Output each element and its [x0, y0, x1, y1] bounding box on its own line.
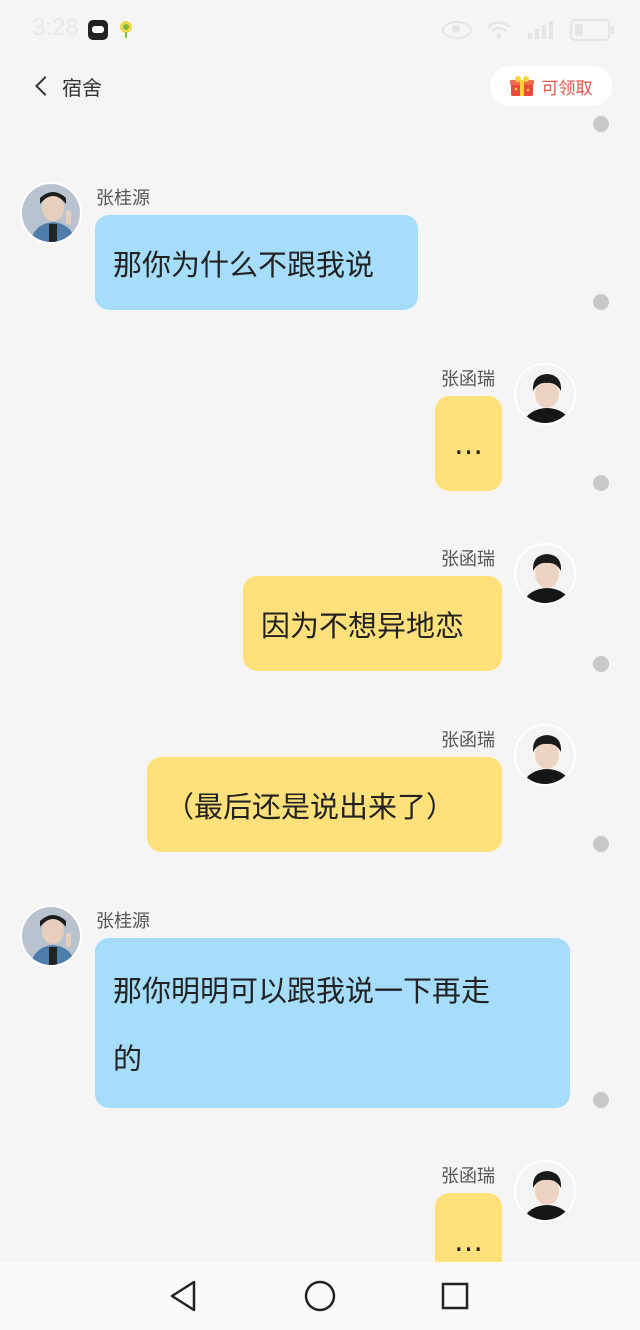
message-list[interactable]: 张桂源 那你为什么不跟我说 张函瑞 … 张函瑞 因为不想异地恋 张函瑞 （最后还…: [0, 112, 640, 1262]
wifi-icon: [487, 21, 511, 39]
read-status-dot: [593, 116, 609, 132]
avatar-zhangguiyuan[interactable]: [20, 905, 82, 967]
sender-name: 张函瑞: [441, 369, 495, 390]
message-text-line-2: 的: [113, 1042, 143, 1076]
read-status-dot: [593, 656, 609, 672]
avatar-image: [516, 545, 574, 603]
avatar-image: [22, 907, 80, 965]
sender-name: 张函瑞: [441, 1166, 495, 1187]
message-text-line-1: 那你明明可以跟我说一下再走: [113, 974, 491, 1008]
message-bubble[interactable]: 因为不想异地恋: [243, 576, 502, 671]
battery-icon: [570, 19, 614, 41]
chat-app-notification-icon: [88, 20, 108, 40]
message-text: …: [454, 1223, 483, 1258]
avatar-image: [22, 184, 80, 242]
status-bar: 3:28: [0, 0, 640, 60]
plant-notification-icon: [120, 21, 132, 38]
avatar-zhanghanrui[interactable]: [514, 543, 576, 605]
gift-icon: [509, 76, 534, 96]
avatar-zhanghanrui[interactable]: [514, 363, 576, 425]
system-back-icon[interactable]: [168, 1279, 198, 1313]
sender-name: 张桂源: [96, 911, 150, 932]
message-bubble[interactable]: …: [435, 396, 502, 491]
status-time: 3:28: [32, 14, 79, 41]
status-indicators: [442, 18, 614, 42]
reward-label: 可领取: [541, 78, 593, 99]
message-text: 因为不想异地恋: [261, 608, 465, 643]
avatar-image: [516, 1162, 574, 1220]
read-status-dot: [593, 836, 609, 852]
read-status-dot: [593, 475, 609, 491]
message-bubble[interactable]: …: [435, 1193, 502, 1262]
avatar-zhanghanrui[interactable]: [514, 1160, 576, 1222]
signal-icon: [528, 21, 553, 39]
back-chevron-icon: [35, 76, 55, 96]
avatar-image: [516, 726, 574, 784]
chat-title: 宿舍: [62, 75, 102, 100]
message-text: …: [454, 426, 483, 461]
avatar-zhanghanrui[interactable]: [514, 724, 576, 786]
reward-claim-button[interactable]: 可领取: [490, 66, 612, 106]
avatar-zhangguiyuan[interactable]: [20, 182, 82, 244]
sender-name: 张桂源: [96, 188, 150, 209]
sender-name: 张函瑞: [441, 549, 495, 570]
chat-header: 宿舍 可领取: [0, 60, 640, 112]
system-home-icon[interactable]: [303, 1279, 337, 1313]
read-status-dot: [593, 294, 609, 310]
system-navigation-bar: [0, 1262, 640, 1330]
read-status-dot: [593, 1092, 609, 1108]
back-button[interactable]: 宿舍: [30, 70, 102, 102]
message-bubble[interactable]: 那你明明可以跟我说一下再走 的: [95, 938, 570, 1108]
message-bubble[interactable]: 那你为什么不跟我说: [95, 215, 418, 310]
system-recents-icon[interactable]: [440, 1279, 470, 1313]
avatar-image: [516, 365, 574, 423]
message-bubble[interactable]: （最后还是说出来了）: [147, 757, 502, 852]
eye-icon: [442, 21, 472, 39]
message-text: 那你为什么不跟我说: [113, 247, 375, 282]
sender-name: 张函瑞: [441, 730, 495, 751]
message-text: （最后还是说出来了）: [165, 789, 456, 824]
